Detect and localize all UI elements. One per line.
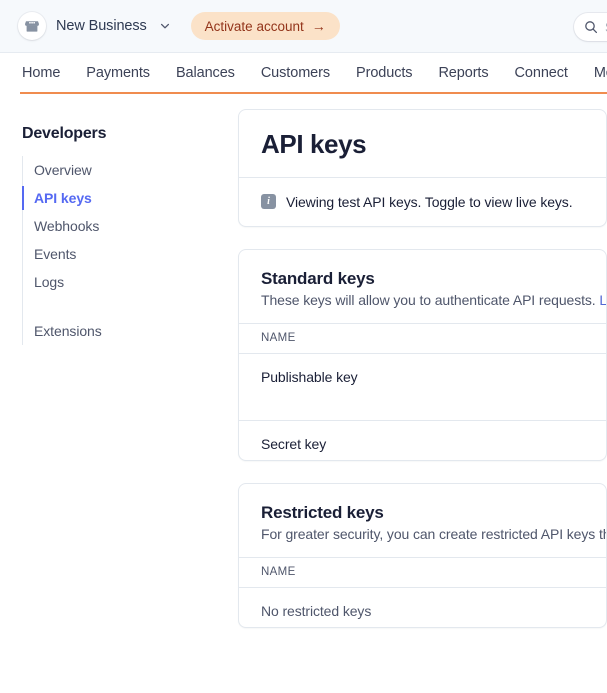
test-mode-notice-text: Viewing test API keys. Toggle to view li… xyxy=(286,193,573,210)
storefront-icon xyxy=(18,12,46,40)
sidebar-item-logs[interactable]: Logs xyxy=(23,268,238,296)
column-header-name: NAME xyxy=(261,566,296,579)
search-input[interactable]: Search xyxy=(574,13,607,41)
sidebar-item-label: Events xyxy=(34,246,77,262)
main-navigation: Home Payments Balances Customers Product… xyxy=(0,53,607,93)
restricted-keys-description: For greater security, you can create res… xyxy=(261,525,607,542)
standard-keys-header: Standard keys These keys will allow you … xyxy=(239,250,606,323)
page-title: API keys xyxy=(261,129,367,159)
sidebar-item-label: Webhooks xyxy=(34,218,100,234)
sidebar-item-label: Logs xyxy=(34,274,65,290)
restricted-keys-card: Restricted keys For greater security, yo… xyxy=(238,482,607,628)
sidebar-title: Developers xyxy=(22,125,107,142)
restricted-keys-header: Restricted keys For greater security, yo… xyxy=(239,484,606,557)
developers-sidebar: Developers Overview API keys Webhooks Ev… xyxy=(0,94,238,345)
key-name: Publishable key xyxy=(261,368,358,385)
sidebar-item-events[interactable]: Events xyxy=(23,240,238,268)
sidebar-item-label: Overview xyxy=(34,162,92,178)
page-title-row: API keys xyxy=(239,110,606,177)
key-name: Secret key xyxy=(261,435,327,452)
sidebar-item-overview[interactable]: Overview xyxy=(23,156,238,184)
chevron-down-icon[interactable] xyxy=(159,20,171,32)
table-row[interactable]: Secret key xyxy=(239,421,606,460)
standard-keys-learn-more-link[interactable]: Le xyxy=(599,292,606,308)
nav-item-payments[interactable]: Payments xyxy=(86,65,150,81)
nav-item-home[interactable]: Home xyxy=(22,65,60,81)
nav-item-reports[interactable]: Reports xyxy=(438,65,488,81)
search-icon xyxy=(585,21,598,34)
standard-keys-table-header: NAME xyxy=(239,322,606,354)
restricted-keys-heading: Restricted keys xyxy=(261,502,384,522)
sidebar-item-api-keys[interactable]: API keys xyxy=(22,184,238,212)
account-bar: New Business Activate account → xyxy=(0,0,607,53)
sidebar-item-label: API keys xyxy=(34,190,92,206)
api-keys-header-card: API keys i Viewing test API keys. Toggle… xyxy=(238,109,607,227)
account-switcher[interactable]: New Business xyxy=(18,12,171,40)
sidebar-item-webhooks[interactable]: Webhooks xyxy=(23,212,238,240)
restricted-keys-table-header: NAME xyxy=(239,556,606,588)
sidebar-item-label: Extensions xyxy=(34,323,102,339)
sidebar-list: Overview API keys Webhooks Events Logs E… xyxy=(22,156,238,345)
column-header-name: NAME xyxy=(261,332,296,345)
standard-keys-card: Standard keys These keys will allow you … xyxy=(238,248,607,461)
arrow-right-icon: → xyxy=(311,18,326,34)
empty-state-text: No restricted keys xyxy=(261,602,372,619)
sidebar-item-extensions[interactable]: Extensions xyxy=(23,317,238,345)
nav-item-customers[interactable]: Customers xyxy=(261,65,330,81)
sidebar-divider-gap xyxy=(23,296,238,317)
standard-keys-description-text: These keys will allow you to authenticat… xyxy=(261,291,600,308)
nav-item-products[interactable]: Products xyxy=(356,65,413,81)
table-row[interactable]: Publishable key xyxy=(239,354,606,421)
table-row: No restricted keys xyxy=(239,588,606,627)
activate-account-label: Activate account xyxy=(204,18,304,34)
main-content: API keys i Viewing test API keys. Toggle… xyxy=(238,109,607,628)
account-name: New Business xyxy=(56,18,147,34)
activate-account-button[interactable]: Activate account → xyxy=(190,12,340,40)
info-icon: i xyxy=(261,194,276,210)
nav-item-connect[interactable]: Connect xyxy=(515,65,568,81)
nav-item-more[interactable]: More xyxy=(594,65,607,81)
standard-keys-heading: Standard keys xyxy=(261,268,375,288)
standard-keys-description: These keys will allow you to authenticat… xyxy=(261,292,606,308)
test-mode-notice: i Viewing test API keys. Toggle to view … xyxy=(239,176,606,226)
nav-item-balances[interactable]: Balances xyxy=(176,65,235,81)
page-body: Developers Overview API keys Webhooks Ev… xyxy=(0,94,607,693)
